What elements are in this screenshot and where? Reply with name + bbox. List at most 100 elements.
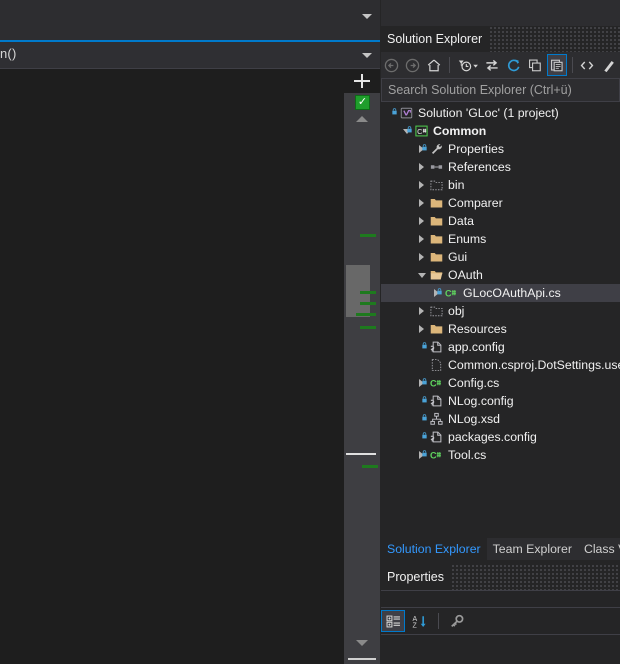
properties-key-icon[interactable] [444,610,468,632]
solution-tree[interactable]: Solution 'GLoc' (1 project) C Common Proper… [381,104,620,536]
config-file-icon [422,393,445,409]
tree-item-solution-gloc-1-project[interactable]: Solution 'GLoc' (1 project) [381,104,620,122]
folder-icon [428,195,445,211]
tab-team-explorer[interactable]: Team Explorer [487,538,578,560]
tree-item-common-csproj-dotsettings-user[interactable]: Common.csproj.DotSettings.user [381,356,620,374]
csharp-file-icon: C [422,447,445,463]
pending-changes-filter-icon[interactable] [454,54,481,76]
view-designer-icon[interactable] [599,54,619,76]
excluded-folder-icon [428,303,445,319]
caret-position-marker [346,453,376,455]
chevron-down-icon[interactable] [415,266,428,284]
properties-body: A Z [381,591,620,664]
change-marker [360,302,376,305]
toolbar-separator [572,57,574,73]
tree-item-label: GLocOAuthApi.cs [463,286,561,300]
tree-item-enums[interactable]: Enums [381,230,620,248]
references-icon [428,159,445,175]
solution-explorer-toolbar [381,52,620,78]
header-dotted-filler [450,564,620,590]
svg-text:C: C [445,289,452,299]
visual-studio-window: n() ✓ Solution Explorer Search Solution … [0,0,620,664]
tree-item-nlog-xsd[interactable]: NLog.xsd [381,410,620,428]
alphabetical-sort-icon[interactable]: A Z [407,610,431,632]
tree-item-tool-cs[interactable]: C Tool.cs [381,446,620,464]
tree-item-bin[interactable]: bin [381,176,620,194]
code-text-surface[interactable] [0,69,344,664]
search-input[interactable]: Search Solution Explorer (Ctrl+ü) [381,78,620,102]
tree-item-references[interactable]: References [381,158,620,176]
tree-item-app-config[interactable]: app.config [381,338,620,356]
chevron-right-icon[interactable] [415,194,428,212]
home-icon[interactable] [424,54,444,76]
wrench-icon [422,141,445,157]
tab-solution-explorer[interactable]: Solution Explorer [381,538,487,560]
header-dotted-filler [489,26,620,52]
categorized-view-icon[interactable] [381,610,405,632]
svg-text:C: C [430,379,437,389]
tree-item-label: Data [448,214,474,228]
excluded-file-icon [428,357,445,373]
properties-header: Properties [381,564,620,590]
change-marker [356,313,376,316]
arrow-down-icon[interactable] [356,640,368,646]
arrow-up-icon[interactable] [356,116,368,122]
forward-icon[interactable] [402,54,422,76]
navigation-bar-member-text[interactable]: n() [0,46,17,61]
tree-item-label: References [448,160,511,174]
tree-item-properties[interactable]: Properties [381,140,620,158]
chevron-right-icon[interactable] [415,320,428,338]
change-marker [360,291,376,294]
tree-item-gui[interactable]: Gui [381,248,620,266]
chevron-right-icon[interactable] [415,212,428,230]
csharp-project-icon: C [407,123,430,139]
tool-window-pane: Solution Explorer Search Solution Explor… [381,0,620,664]
tree-item-comparer[interactable]: Comparer [381,194,620,212]
tree-item-packages-config[interactable]: packages.config [381,428,620,446]
tree-item-nlog-config[interactable]: NLog.config [381,392,620,410]
split-view-icon[interactable] [344,69,380,93]
tree-item-label: Comparer [448,196,503,210]
svg-text:Z: Z [412,622,417,628]
back-icon[interactable] [381,54,401,76]
tool-window-tabs[interactable]: Solution ExplorerTeam ExplorerClass View [381,538,620,560]
refresh-icon[interactable] [504,54,524,76]
tree-item-resources[interactable]: Resources [381,320,620,338]
editor-top-strip [0,0,380,40]
code-health-indicator[interactable]: ✓ [355,95,370,110]
tree-item-label: Enums [448,232,487,246]
scrollbar-end-line [348,658,376,660]
view-code-icon[interactable] [577,54,597,76]
tree-item-common[interactable]: C Common [381,122,620,140]
show-all-files-icon[interactable] [546,54,568,76]
sync-with-active-document-icon[interactable] [482,54,502,76]
editor-vertical-scrollbar[interactable]: ✓ [344,69,380,664]
tree-item-oauth[interactable]: OAuth [381,266,620,284]
tree-item-label: Gui [448,250,468,264]
tree-item-data[interactable]: Data [381,212,620,230]
chevron-down-icon[interactable] [362,53,372,58]
tree-item-glocoauthapi-cs[interactable]: C GLocOAuthApi.cs [381,284,620,302]
chevron-right-icon[interactable] [415,176,428,194]
search-placeholder: Search Solution Explorer (Ctrl+ü) [388,83,572,97]
chevron-down-icon[interactable] [362,14,372,19]
editor-navigation-bar: n() [0,42,380,69]
csharp-file-icon: C [437,285,460,301]
collapse-all-icon[interactable] [525,54,545,76]
tree-item-obj[interactable]: obj [381,302,620,320]
chevron-right-icon[interactable] [415,230,428,248]
tree-item-label: Common.csproj.DotSettings.user [448,358,620,372]
solution-explorer-header: Solution Explorer [381,26,620,52]
svg-text:C: C [430,451,437,461]
chevron-right-icon[interactable] [415,248,428,266]
tree-item-label: app.config [448,340,505,354]
chevron-right-icon[interactable] [415,158,428,176]
tree-item-config-cs[interactable]: C Config.cs [381,374,620,392]
tree-item-label: NLog.xsd [448,412,500,426]
config-file-icon [422,339,445,355]
folder-icon [428,231,445,247]
code-editor-pane: n() ✓ [0,0,380,664]
chevron-right-icon[interactable] [415,302,428,320]
tab-class-view[interactable]: Class View [578,538,620,560]
tree-item-label: Resources [448,322,507,336]
